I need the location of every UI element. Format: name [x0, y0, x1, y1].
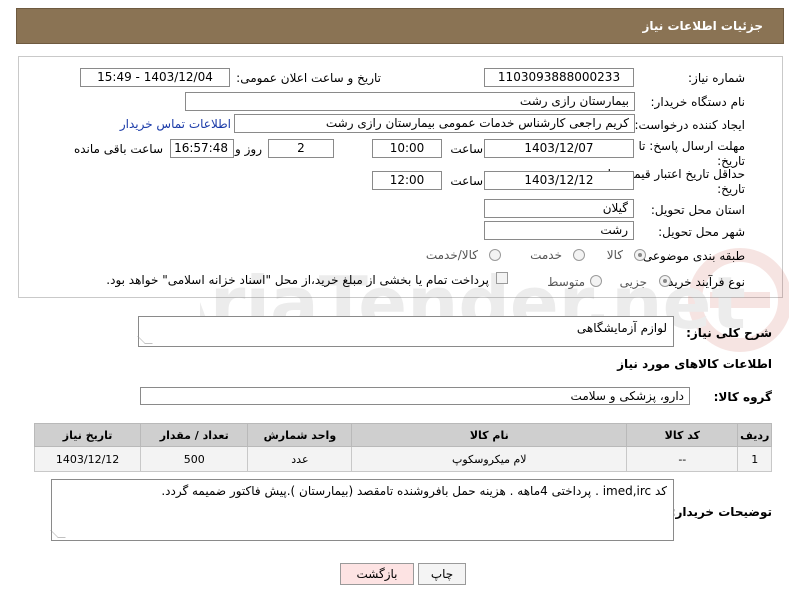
- col-header-need-date: تاریخ نیاز: [33, 423, 142, 447]
- deadline-time-label: ساعت: [450, 142, 483, 156]
- province-field: گیلان: [484, 199, 634, 218]
- process-partial-label: جزیی: [619, 275, 647, 289]
- announce-datetime-field: 1403/12/04 - 15:49: [80, 68, 230, 87]
- category-goods-service-radio[interactable]: [489, 249, 501, 261]
- category-label: طبقه بندی موضوعی:: [638, 249, 745, 263]
- buyer-org-label: نام دستگاه خریدار:: [650, 95, 746, 109]
- buyer-contact-link[interactable]: اطلاعات تماس خریدار: [120, 117, 231, 131]
- resize-grip-icon: [50, 530, 66, 538]
- deadline-time-field: 10:00: [372, 139, 442, 158]
- validity-time-field: 12:00: [372, 171, 442, 190]
- category-goods-service-label: کالا/خدمت: [425, 248, 478, 262]
- deadline-date-field: 1403/12/07: [484, 139, 634, 158]
- days-label: روز و: [235, 142, 262, 156]
- table-header-row: ردیف کد کالا نام کالا واحد شمارش تعداد /…: [33, 423, 772, 447]
- treasury-payment-note: پرداخت تمام یا بخشی از مبلغ خرید،از محل …: [106, 273, 489, 287]
- city-field: رشت: [484, 221, 634, 240]
- print-button[interactable]: چاپ: [418, 563, 466, 585]
- deadline-label: مهلت ارسال پاسخ: تا: [638, 139, 745, 153]
- cell-need-date: 1403/12/12: [33, 446, 142, 472]
- page-title: جزئیات اطلاعات نیاز: [642, 19, 763, 33]
- city-label: شهر محل تحویل:: [658, 225, 745, 239]
- cell-unit: عدد: [247, 446, 353, 472]
- remaining-days-field: 2: [268, 139, 334, 158]
- category-goods-radio[interactable]: [634, 249, 646, 261]
- goods-group-label: گروه کالا:: [713, 390, 772, 404]
- creator-field: کریم راجعی کارشناس خدمات عمومی بیمارستان…: [234, 114, 635, 133]
- validity-label-date: تاریخ:: [717, 182, 745, 196]
- process-medium-label: متوسط: [547, 275, 585, 289]
- goods-table: ردیف کد کالا نام کالا واحد شمارش تعداد /…: [33, 423, 772, 472]
- col-header-unit: واحد شمارش: [247, 423, 353, 447]
- category-goods-label: کالا: [606, 248, 623, 262]
- col-header-row-number: ردیف: [737, 423, 772, 447]
- validity-date-field: 1403/12/12: [484, 171, 634, 190]
- remaining-time-field: 16:57:48: [170, 139, 234, 158]
- goods-info-title: اطلاعات کالاهای مورد نیاز: [617, 357, 772, 371]
- buyer-org-field: بیمارستان رازی رشت: [185, 92, 635, 111]
- cell-row-number: 1: [737, 446, 772, 472]
- need-number-field: 1103093888000233: [484, 68, 634, 87]
- cell-quantity: 500: [140, 446, 249, 472]
- cell-goods-code: --: [626, 446, 739, 472]
- description-text: لوازم آزمایشگاهی: [576, 321, 667, 335]
- need-number-label: شماره نیاز:: [688, 71, 745, 85]
- resize-grip-icon: [137, 336, 153, 344]
- process-type-label: نوع فرآیند خرید :: [660, 275, 745, 289]
- validity-time-label: ساعت: [450, 174, 483, 188]
- category-service-radio[interactable]: [573, 249, 585, 261]
- page-header: جزئیات اطلاعات نیاز: [16, 8, 784, 44]
- process-medium-radio[interactable]: [590, 275, 602, 287]
- col-header-quantity: تعداد / مقدار: [140, 423, 249, 447]
- buyer-notes-text: کد imed,irc . پرداختی 4ماهه . هزینه حمل …: [161, 484, 667, 498]
- category-service-label: خدمت: [530, 248, 562, 262]
- col-header-goods-name: نام کالا: [351, 423, 628, 447]
- goods-group-field: دارو، پزشکی و سلامت: [140, 387, 690, 405]
- description-label: شرح کلی نیاز:: [686, 326, 772, 340]
- col-header-goods-code: کد کالا: [626, 423, 739, 447]
- cell-goods-name: لام میکروسکوپ: [351, 446, 628, 472]
- province-label: استان محل تحویل:: [650, 203, 745, 217]
- back-button[interactable]: بازگشت: [340, 563, 414, 585]
- deadline-label-date: تاریخ:: [717, 154, 745, 168]
- buyer-notes-label: توضیحات خریدار:: [670, 505, 772, 519]
- process-partial-radio[interactable]: [659, 275, 671, 287]
- remaining-label: ساعت باقی مانده: [73, 142, 163, 156]
- creator-label: ایجاد کننده درخواست:: [634, 118, 745, 132]
- table-row: 1 -- لام میکروسکوپ عدد 500 1403/12/12: [33, 446, 772, 472]
- buyer-notes-textarea: کد imed,irc . پرداختی 4ماهه . هزینه حمل …: [50, 479, 674, 541]
- treasury-payment-checkbox[interactable]: [496, 272, 508, 284]
- announce-label: تاریخ و ساعت اعلان عمومی:: [236, 71, 381, 85]
- description-textarea: لوازم آزمایشگاهی: [137, 316, 674, 347]
